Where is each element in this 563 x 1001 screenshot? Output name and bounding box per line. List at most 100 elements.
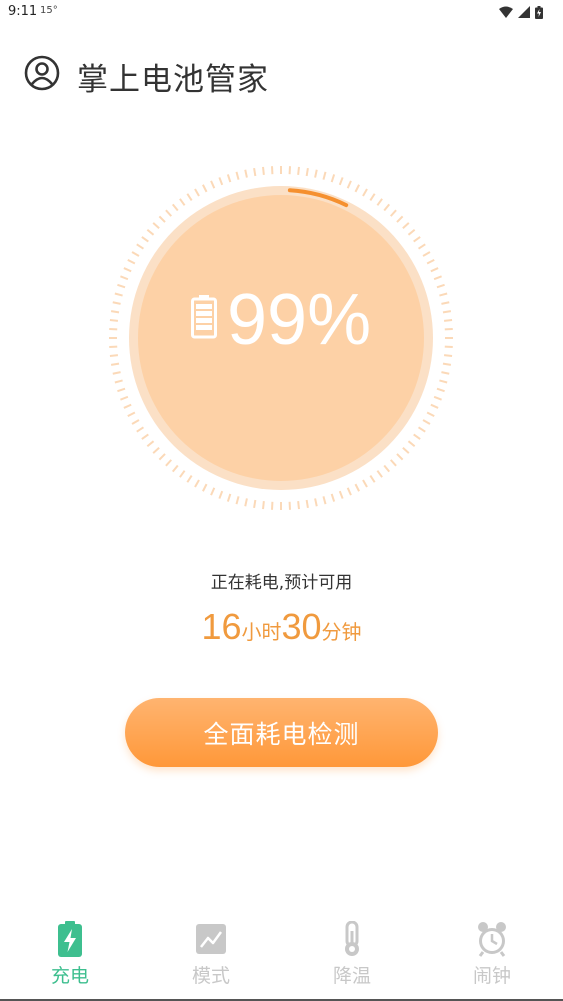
dial-tick (338, 490, 344, 499)
dial-tick (305, 167, 309, 177)
dial-tick (402, 446, 410, 454)
dial-tick (383, 203, 391, 212)
dial-tick (253, 167, 257, 177)
dial-tick (346, 487, 352, 496)
dial-tick (439, 379, 448, 384)
dial-tick (376, 470, 383, 478)
dial-tick (165, 459, 173, 467)
dial-tick (202, 483, 208, 492)
dial-tick (120, 275, 129, 281)
dial-tick (433, 395, 442, 401)
dial-tick (210, 487, 216, 496)
dial-tick (376, 198, 383, 206)
dial-tick (338, 177, 344, 186)
dial-tick (244, 498, 248, 507)
nav-item-charge[interactable]: 充电 (20, 915, 120, 988)
dial-tick (442, 310, 452, 314)
dial-tick (383, 464, 391, 473)
dial-tick (441, 301, 450, 305)
user-circle-icon[interactable] (24, 55, 60, 91)
dial-tick (186, 474, 193, 483)
dial-tick (407, 440, 416, 448)
thermometer-icon (345, 921, 359, 956)
dial-tick (158, 453, 166, 461)
dial-tick (362, 188, 368, 197)
dial-tick (127, 259, 136, 265)
dial-tick (369, 193, 376, 202)
dial-tick (127, 411, 136, 417)
dial-tick (146, 228, 155, 236)
page-title: 掌上电池管家 (77, 62, 269, 98)
dial-tick (171, 203, 179, 212)
dial-tick (407, 228, 416, 236)
chart-mode-icon (196, 924, 226, 954)
dial-tick (179, 470, 186, 478)
dial-tick (354, 184, 360, 193)
app-header: 掌上电池管家 (0, 50, 563, 100)
dial-tick (165, 209, 173, 217)
dial-tick (110, 310, 120, 314)
wifi-icon (499, 6, 513, 18)
dial-tick (123, 267, 132, 273)
dial-tick (346, 180, 352, 189)
dial-tick (194, 479, 200, 488)
dial-tick (443, 354, 453, 357)
dial-tick (226, 174, 232, 183)
dial-tick (262, 166, 265, 176)
nav-item-cooling[interactable]: 降温 (302, 915, 402, 988)
status-bar: 9:11 15° (0, 0, 563, 26)
dial-tick (152, 222, 160, 230)
dial-tick (433, 275, 442, 281)
dial-tick (179, 198, 186, 206)
minutes-unit: 分钟 (321, 620, 362, 644)
dial-tick (152, 446, 160, 454)
remaining-time: 16小时30分钟 (0, 606, 563, 648)
dial-tick (402, 222, 410, 230)
dial-tick (322, 171, 327, 180)
dial-tick (210, 180, 216, 189)
usage-status: 正在耗电,预计可用 (210, 573, 353, 593)
dial-tick (202, 184, 208, 193)
dial-tick (426, 411, 435, 417)
dial-tick (369, 474, 376, 483)
dial-tick (330, 493, 336, 502)
dial-tick (314, 498, 318, 507)
dial-tick (226, 493, 232, 502)
battery-charge-icon (58, 921, 82, 957)
dial-tick (112, 371, 121, 375)
remaining-hours: 16 (201, 606, 242, 647)
nav-item-mode[interactable]: 模式 (161, 915, 261, 988)
signal-icon (518, 6, 530, 18)
dial-tick (422, 419, 431, 425)
dial-tick (109, 319, 119, 322)
dial-tick (262, 500, 265, 510)
dial-tick (131, 251, 140, 257)
dial-tick (443, 319, 453, 322)
dial-tick (120, 395, 129, 401)
dial-tick (112, 301, 121, 305)
status-indicator: 15° (40, 5, 58, 16)
dial-tick (194, 188, 200, 197)
dial-tick (141, 433, 149, 440)
dial-tick (314, 169, 318, 178)
dial-tick (441, 371, 450, 375)
battery-status-icon (535, 5, 543, 19)
status-time: 9:11 (8, 4, 38, 19)
full-detect-button[interactable]: 全面耗电检测 (125, 698, 438, 767)
dial-tick (396, 453, 404, 461)
nav-item-alarm[interactable]: 闹钟 (442, 915, 542, 988)
dial-tick (235, 171, 240, 180)
dial-tick (117, 283, 126, 289)
dial-tick (218, 177, 224, 186)
dial-tick (141, 236, 149, 243)
dial-tick (430, 403, 439, 409)
nav-label-charge: 充电 (50, 965, 89, 987)
dial-tick (186, 193, 193, 202)
dial-tick (171, 464, 179, 473)
dial-tick (439, 292, 448, 297)
dial-tick (114, 379, 123, 384)
dial-tick (297, 500, 300, 510)
dial-tick (109, 354, 119, 357)
dial-tick (330, 174, 336, 183)
nav-label-mode: 模式 (191, 965, 230, 987)
